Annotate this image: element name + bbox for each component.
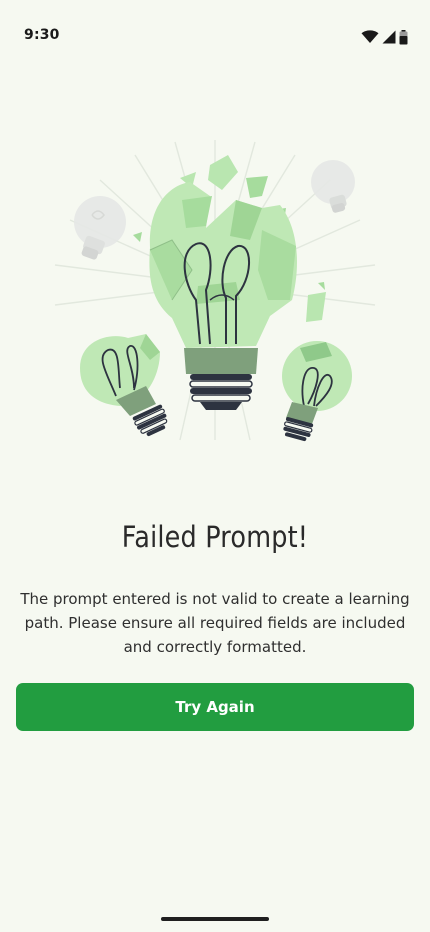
ghost-bulb-right	[311, 160, 355, 213]
main-bulb	[149, 182, 297, 410]
home-indicator[interactable]	[161, 917, 269, 921]
status-time: 9:30	[24, 27, 60, 43]
ghost-bulb-left	[74, 196, 126, 260]
status-bar: 9:30	[0, 0, 430, 72]
small-bulb-left	[80, 334, 168, 437]
battery-icon	[399, 29, 408, 44]
status-icons	[361, 28, 408, 46]
small-bulb-right	[282, 341, 352, 442]
try-again-button[interactable]: Try Again	[16, 683, 414, 731]
error-title: Failed Prompt!	[121, 520, 309, 554]
wifi-icon	[361, 30, 379, 43]
cellular-signal-icon	[382, 30, 396, 44]
broken-lightbulb-illustration	[54, 140, 376, 442]
error-message: The prompt entered is not valid to creat…	[20, 590, 410, 656]
